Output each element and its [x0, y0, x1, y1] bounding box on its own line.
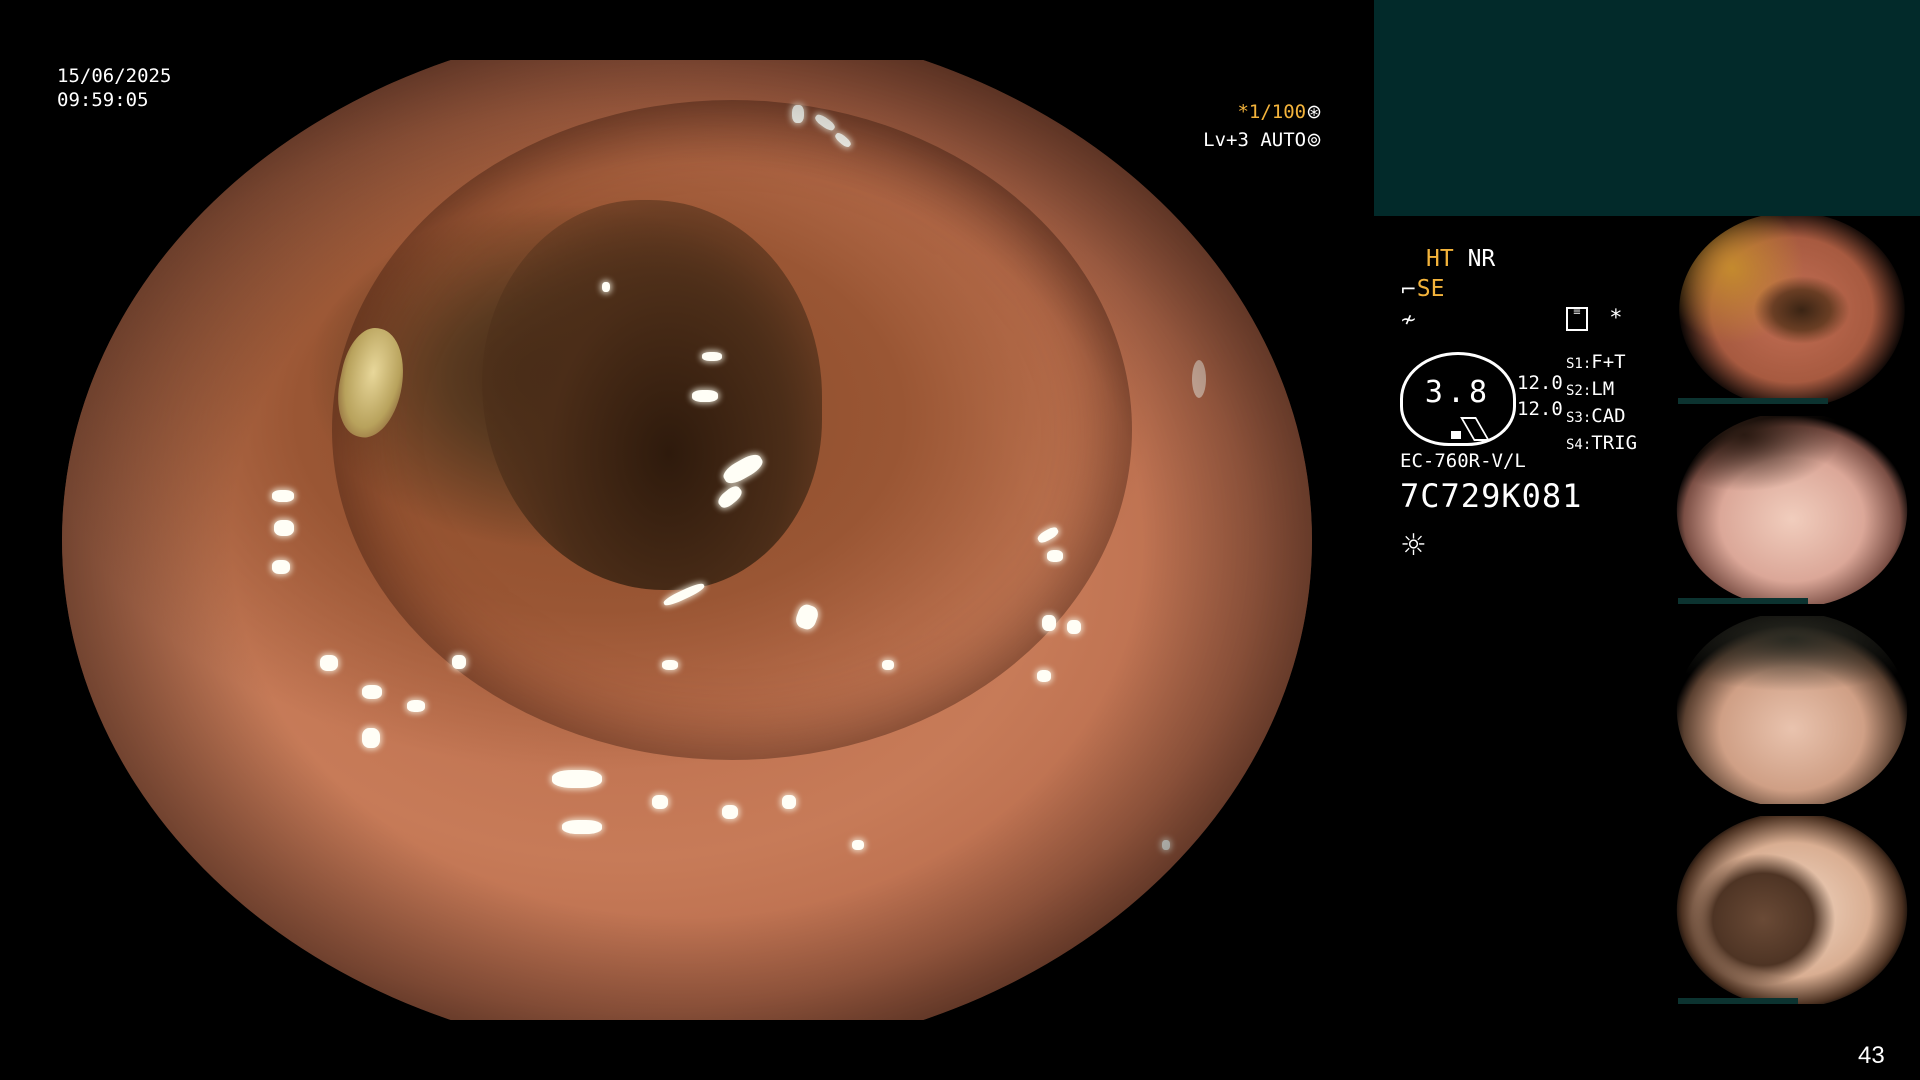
star-label: *	[1609, 306, 1623, 331]
mode-row-2: ⌐SE	[1400, 274, 1495, 304]
record-icon: ≡	[1566, 307, 1588, 331]
thumbnail-image	[1676, 816, 1908, 1004]
shutter-row: *1/100⊛	[1196, 98, 1322, 126]
thumbnail-2[interactable]	[1672, 416, 1912, 604]
magnification-indicator: 3.8	[1400, 352, 1516, 446]
switch-value: TRIG	[1591, 432, 1638, 454]
thumbnail-bar	[1678, 998, 1798, 1004]
focus-marker	[1451, 431, 1461, 439]
mode-row-1: HT NR	[1400, 244, 1495, 274]
filter-icon: ≁	[1400, 307, 1417, 331]
switch-value: F+T	[1591, 351, 1626, 373]
switch-value: LM	[1591, 378, 1615, 400]
switch-key: S4	[1566, 437, 1583, 453]
switch-row: S2:LM	[1566, 378, 1615, 400]
brightness-value: Lv+3 AUTO	[1203, 129, 1307, 151]
se-label: SE	[1416, 276, 1445, 302]
structure-enhance-icon: ⌐	[1400, 277, 1417, 301]
brightness-row: Lv+3 AUTO⊚	[1196, 126, 1322, 154]
thumbnail-3[interactable]	[1672, 616, 1912, 804]
record-status: ≡ *	[1566, 306, 1623, 332]
switch-row: S1:F+T	[1566, 351, 1626, 373]
switch-row: S3:CAD	[1566, 405, 1626, 427]
scope-serial: 7C729K081	[1400, 477, 1583, 515]
date-text: 15/06/2025	[57, 65, 172, 87]
switch-value: CAD	[1591, 405, 1626, 427]
far-value: 12.0	[1517, 398, 1563, 420]
near-value: 12.0	[1517, 372, 1563, 394]
thumbnail-bar	[1678, 398, 1828, 404]
mode-row-3: ≁	[1400, 304, 1495, 334]
switch-key: S1	[1566, 356, 1583, 372]
endoscope-live-image	[62, 60, 1312, 1020]
magnification-value: 3.8	[1424, 375, 1492, 410]
switch-key: S3	[1566, 410, 1583, 426]
thumbnail-1[interactable]	[1672, 216, 1912, 404]
thumbnail-4[interactable]	[1672, 816, 1912, 1004]
switch-key: S2	[1566, 383, 1583, 399]
scope-model: EC-760R-V/L	[1400, 450, 1526, 472]
frame-number: 43	[1858, 1042, 1885, 1069]
nr-label: NR	[1467, 246, 1496, 272]
exposure-readout: *1/100⊛ Lv+3 AUTO⊚	[1196, 98, 1322, 154]
lens-vignette	[62, 60, 1312, 1020]
ht-label: HT	[1426, 246, 1454, 272]
patient-info-area	[1374, 0, 1920, 216]
shutter-value: *1/100	[1237, 101, 1307, 123]
focus-distances: 12.0 12.0	[1517, 370, 1563, 422]
thumbnail-bar	[1678, 598, 1808, 604]
mode-indicators: HT NR ⌐SE ≁	[1400, 244, 1495, 334]
light-source-icon: ☼	[1400, 528, 1427, 563]
thumbnail-image	[1679, 216, 1905, 404]
switch-assignments: S1:F+T S2:LM S3:CAD S4:TRIG	[1566, 350, 1637, 458]
switch-row: S4:TRIG	[1566, 432, 1638, 454]
thumbnail-image	[1676, 416, 1908, 604]
focus-wedge	[1460, 417, 1490, 441]
date-time: 15/06/2025 09:59:05	[57, 64, 171, 112]
iris-icon: ⊚	[1306, 129, 1322, 151]
time-text: 09:59:05	[57, 89, 149, 111]
aperture-icon: ⊛	[1306, 101, 1322, 123]
thumbnail-image	[1676, 616, 1908, 804]
